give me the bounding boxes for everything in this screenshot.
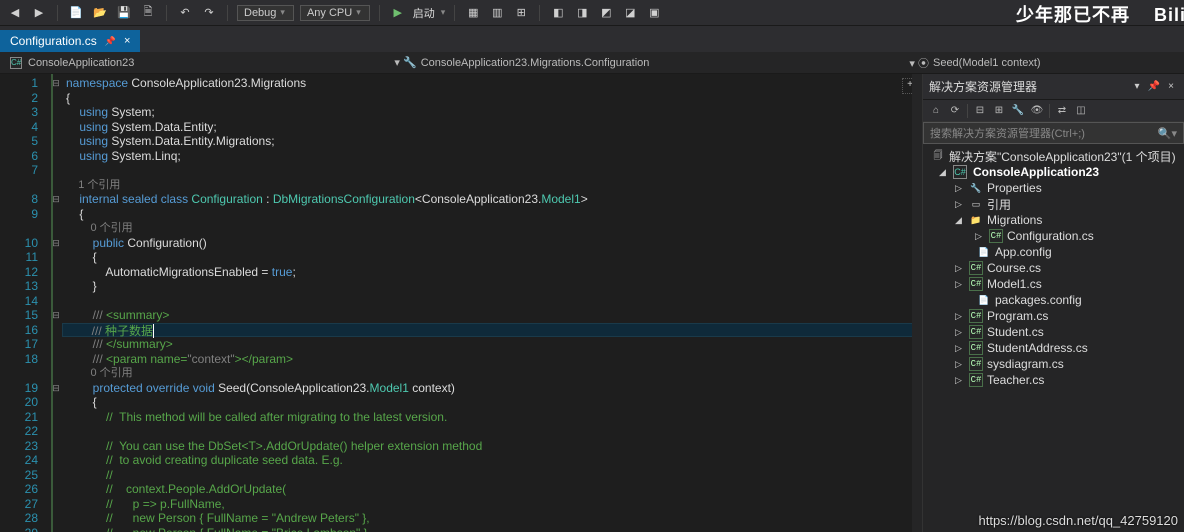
refresh-icon[interactable]: ⟳ [948, 104, 962, 118]
line-numbers: 1234567 8910111213 14151617181920 212223… [0, 74, 48, 532]
code-body[interactable]: namespace ConsoleApplication23.Migration… [64, 74, 922, 532]
open-icon[interactable]: 📂 [91, 4, 109, 22]
side-search[interactable]: 搜索解决方案资源管理器(Ctrl+;) 🔍▾ [923, 122, 1184, 144]
props-icon[interactable]: 🔧 [1011, 104, 1025, 118]
side-close-icon[interactable]: × [1164, 80, 1178, 94]
undo-icon[interactable]: ↶ [176, 4, 194, 22]
tree-model1[interactable]: ▷C#Model1.cs [923, 276, 1184, 292]
main-toolbar: ◀ ▶ 📄 📂 💾 🗎 ↶ ↷ Debug Any CPU ▶ 启动 ▾ ▦ ▥… [0, 0, 1184, 26]
redo-icon[interactable]: ↷ [200, 4, 218, 22]
side-dropdown-icon[interactable]: ▾ [1130, 80, 1144, 94]
start-label[interactable]: 启动 [413, 5, 435, 21]
collapse-icon[interactable]: ⊟ [973, 104, 987, 118]
tool-c-icon[interactable]: ⊞ [512, 4, 530, 22]
tree-appconfig[interactable]: 📄App.config [923, 244, 1184, 260]
config-select[interactable]: Debug [237, 5, 294, 21]
tree-solution[interactable]: 🗐解决方案"ConsoleApplication23"(1 个项目) [923, 148, 1184, 164]
home-icon[interactable]: ⌂ [929, 104, 943, 118]
new-icon[interactable]: 📄 [67, 4, 85, 22]
platform-select[interactable]: Any CPU [300, 5, 370, 21]
tool-h-icon[interactable]: ▣ [645, 4, 663, 22]
sync-icon[interactable]: ⇄ [1055, 104, 1069, 118]
nav-fwd-icon[interactable]: ▶ [30, 4, 48, 22]
tool-e-icon[interactable]: ◨ [573, 4, 591, 22]
tool-g-icon[interactable]: ◪ [621, 4, 639, 22]
code-editor[interactable]: 1234567 8910111213 14151617181920 212223… [0, 74, 922, 532]
tree-sysdiagram[interactable]: ▷C#sysdiagram.cs [923, 356, 1184, 372]
tree-migrations[interactable]: ◢📁Migrations [923, 212, 1184, 228]
tree-teacher[interactable]: ▷C#Teacher.cs [923, 372, 1184, 388]
pin-icon[interactable]: 📌 [105, 36, 116, 47]
cursor-line[interactable]: /// 种子数据 [62, 323, 922, 338]
marker-bar[interactable] [912, 74, 922, 532]
saveall-icon[interactable]: 🗎 [139, 4, 157, 22]
tree-studentaddress[interactable]: ▷C#StudentAddress.cs [923, 340, 1184, 356]
tool-a-icon[interactable]: ▦ [464, 4, 482, 22]
tree-course[interactable]: ▷C#Course.cs [923, 260, 1184, 276]
view-icon[interactable]: ◫ [1074, 104, 1088, 118]
tool-b-icon[interactable]: ▥ [488, 4, 506, 22]
play-icon[interactable]: ▶ [389, 4, 407, 22]
search-clear-icon[interactable]: 🔍▾ [1158, 127, 1177, 140]
tab-label: Configuration.cs [10, 34, 97, 48]
nav-crumbs: C#ConsoleApplication23 ▾ 🔧 ConsoleApplic… [0, 52, 1184, 74]
tree-properties[interactable]: ▷🔧Properties [923, 180, 1184, 196]
tool-f-icon[interactable]: ◩ [597, 4, 615, 22]
tool-d-icon[interactable]: ◧ [549, 4, 567, 22]
preview-icon[interactable]: 👁 [1030, 104, 1044, 118]
crumb-method[interactable]: ▾ ⦿ Seed(Model1 context) [909, 55, 1040, 71]
tree-configuration[interactable]: ▷C#Configuration.cs [923, 228, 1184, 244]
watermark: https://blog.csdn.net/qq_42759120 [979, 513, 1179, 528]
overlay-text: 少年那已不再 Bili Bili [1016, 1, 1184, 27]
solution-tree: 🗐解决方案"ConsoleApplication23"(1 个项目) ◢C#Co… [923, 144, 1184, 532]
save-icon[interactable]: 💾 [115, 4, 133, 22]
tree-packages[interactable]: 📄packages.config [923, 292, 1184, 308]
tree-student[interactable]: ▷C#Student.cs [923, 324, 1184, 340]
solution-explorer: 解决方案资源管理器 ▾ 📌 × ⌂ ⟳ ⊟ ⊞ 🔧 👁 ⇄ ◫ 搜索解决方案资源… [922, 74, 1184, 532]
nav-back-icon[interactable]: ◀ [6, 4, 24, 22]
close-icon[interactable]: × [124, 35, 130, 47]
side-toolbar: ⌂ ⟳ ⊟ ⊞ 🔧 👁 ⇄ ◫ [923, 100, 1184, 122]
showall-icon[interactable]: ⊞ [992, 104, 1006, 118]
tab-configuration[interactable]: Configuration.cs 📌 × [0, 30, 140, 52]
tree-project[interactable]: ◢C#ConsoleApplication23 [923, 164, 1184, 180]
side-title: 解决方案资源管理器 [929, 78, 1037, 95]
tree-program[interactable]: ▷C#Program.cs [923, 308, 1184, 324]
doc-tabs: Configuration.cs 📌 × [0, 26, 1184, 52]
side-pin-icon[interactable]: 📌 [1147, 80, 1161, 94]
crumb-project[interactable]: C#ConsoleApplication23 [10, 57, 134, 69]
crumb-class[interactable]: ▾ 🔧 ConsoleApplication23.Migrations.Conf… [394, 56, 649, 69]
tree-refs[interactable]: ▷▭引用 [923, 196, 1184, 212]
